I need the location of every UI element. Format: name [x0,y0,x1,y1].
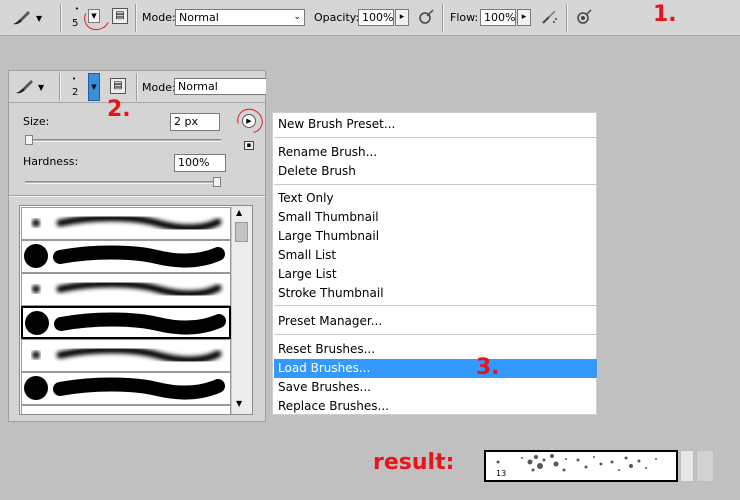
panel-options-bar: ▼ • 2 ▼ ▤ Mode: Normal [9,71,266,103]
separator [136,73,137,101]
brush-preset-item[interactable] [21,339,231,372]
menu-item[interactable]: Small Thumbnail [274,208,597,227]
menu-separator [274,334,597,335]
tool-dropdown-arrow[interactable]: ▼ [36,14,42,23]
opacity-stepper[interactable]: ▸ [395,9,409,26]
brush-panel-menu: New Brush Preset... Rename Brush... Delete… [272,112,597,415]
separator [59,73,60,101]
brush-size-readout: 2 [72,87,79,98]
hardness-slider-track[interactable] [25,181,221,184]
menu-separator [274,184,597,185]
opacity-label: Opacity: [314,11,360,24]
brush-preset-item[interactable] [21,405,231,414]
mode-select[interactable]: Normal [174,78,266,95]
menu-item[interactable]: Large List [274,265,597,284]
result-label: result: [373,450,455,475]
brush-preset-item[interactable] [21,372,231,405]
menu-item[interactable]: Delete Brush [274,162,597,181]
scroll-up-arrow[interactable]: ▲ [236,208,242,217]
menu-item[interactable]: Replace Brushes... [274,397,597,416]
separator [566,4,567,32]
brush-preset-picker-panel: ▼ • 2 ▼ ▤ Mode: Normal 2. Size: 2 px ▶ ▪… [8,70,268,422]
brush-preview-dot: • [74,5,80,13]
menu-item[interactable]: Preset Manager... [274,312,597,331]
separator [442,4,443,32]
brush-preset-item[interactable] [21,240,231,273]
splatter-brushes-preview [496,454,657,472]
size-slider-track[interactable] [25,139,221,142]
size-slider-knob[interactable] [25,135,33,145]
brush-preset-list: ▲ ▼ [19,205,253,415]
size-label: Size: [23,115,50,128]
step-3-marker: 3. [476,355,500,380]
scroll-down-arrow[interactable]: ▼ [236,399,242,408]
brush-panel-toggle-icon[interactable]: ▤ [110,78,126,94]
soft-brush-preview [81,412,140,414]
brush-preview-dot: • [72,75,77,83]
menu-item[interactable]: Stroke Thumbnail [274,284,597,303]
menu-separator [274,137,597,138]
hardness-input[interactable]: 100% [174,154,226,172]
chevron-down-icon: ⌄ [293,12,301,22]
step-1-marker: 1. [653,2,677,27]
menu-item[interactable]: Large Thumbnail [274,227,597,246]
menu-item[interactable]: Text Only [274,189,597,208]
divider [9,195,265,196]
mode-label: Mode: [142,11,176,24]
hardness-slider-knob[interactable] [213,177,221,187]
menu-separator [274,305,597,306]
tool-dropdown-arrow[interactable]: ▼ [38,83,44,92]
menu-item[interactable]: New Brush Preset... [274,115,597,134]
scrollbar[interactable]: ▲ ▼ [231,206,252,414]
panel-menu-button[interactable]: ▶ [242,114,256,128]
mode-select-value: Normal [179,11,219,24]
result-scrollbar[interactable] [680,450,694,482]
brush-tool-icon[interactable] [10,8,32,28]
menu-item[interactable]: Rename Brush... [274,143,597,162]
step-2-marker: 2. [107,97,131,122]
brush-tool-icon[interactable] [13,77,35,97]
options-bar: ▼ • 5 ▼ ▤ Mode: Normal ⌄ Opacity: 100% ▸… [0,0,740,36]
hard-brush-preview [24,244,225,268]
soft-brush-preview [32,346,222,364]
separator [135,4,136,32]
menu-item[interactable]: Load Brushes... [274,359,597,378]
brush-preset-item[interactable] [21,273,231,306]
hard-brush-preview [24,376,225,400]
hardness-label: Hardness: [23,155,79,168]
airbrush-icon[interactable] [540,8,558,26]
brush-panel-toggle-icon[interactable]: ▤ [112,8,128,24]
brush-picker-button[interactable]: ▼ [88,73,100,101]
brush-preset-item[interactable] [21,207,231,240]
menu-item[interactable]: Save Brushes... [274,378,597,397]
brush-size-readout: 5 [72,18,79,29]
brush-number: 13 [496,469,507,478]
opacity-input[interactable]: 100% [358,9,394,26]
hard-brush-preview [25,311,226,335]
menu-item[interactable]: Small List [274,246,597,265]
brush-picker-button[interactable]: ▼ [88,9,100,23]
scroll-thumb[interactable] [235,222,248,242]
new-preset-icon[interactable]: ▪ [244,141,254,150]
mode-label: Mode: [142,81,176,94]
menu-item[interactable]: Reset Brushes... [274,340,597,359]
size-input[interactable]: 2 px [170,113,220,131]
tablet-pressure-size-icon[interactable] [575,8,593,26]
mode-select[interactable]: Normal ⌄ [175,9,305,26]
flow-stepper[interactable]: ▸ [517,9,531,26]
separator [60,4,61,32]
soft-brush-preview [32,280,222,298]
result-scrollbar-end [696,450,714,482]
flow-input[interactable]: 100% [480,9,516,26]
flow-label: Flow: [450,11,479,24]
airbrush-pressure-icon[interactable] [417,8,435,26]
soft-brush-preview [32,214,222,232]
loaded-brushes-result: 13 [484,450,678,482]
brush-preset-item[interactable] [21,306,231,339]
